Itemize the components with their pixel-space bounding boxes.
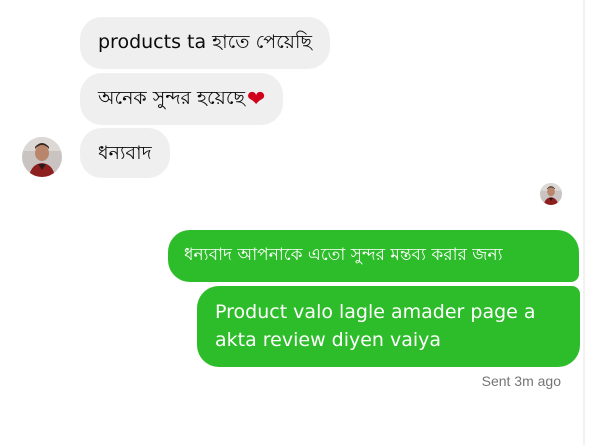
incoming-message-2[interactable]: অনেক সুন্দর হয়েছে❤ xyxy=(80,73,284,125)
delivery-status: Sent 3m ago xyxy=(481,373,561,389)
outgoing-message-2[interactable]: Product valo lagle amader page a akta re… xyxy=(197,286,580,367)
heart-emoji: ❤ xyxy=(247,87,266,112)
incoming-message-1-text: products ta হাতে পেয়েছি xyxy=(98,31,312,53)
message-thread: products ta হাতে পেয়েছি অনেক সুন্দর হয়… xyxy=(0,0,591,445)
contact-avatar[interactable] xyxy=(22,137,62,177)
incoming-message-3-text: ধন্যবাদ xyxy=(98,142,152,164)
avatar-icon xyxy=(540,183,562,205)
outgoing-message-1[interactable]: ধন্যবাদ আপনাকে এতো সুন্দর মন্তব্য করার জ… xyxy=(168,230,579,282)
incoming-message-1[interactable]: products ta হাতে পেয়েছি xyxy=(80,17,330,69)
incoming-message-2-text: অনেক সুন্দর হয়েছে xyxy=(98,87,246,109)
outgoing-message-2-text: Product valo lagle amader page a akta re… xyxy=(215,301,536,351)
scrollbar-track xyxy=(583,0,585,445)
outgoing-message-1-text: ধন্যবাদ আপনাকে এতো সুন্দর মন্তব্য করার জ… xyxy=(184,245,503,265)
avatar-icon xyxy=(22,137,62,177)
read-receipt-avatar xyxy=(540,183,562,205)
incoming-message-3[interactable]: ধন্যবাদ xyxy=(80,128,170,178)
